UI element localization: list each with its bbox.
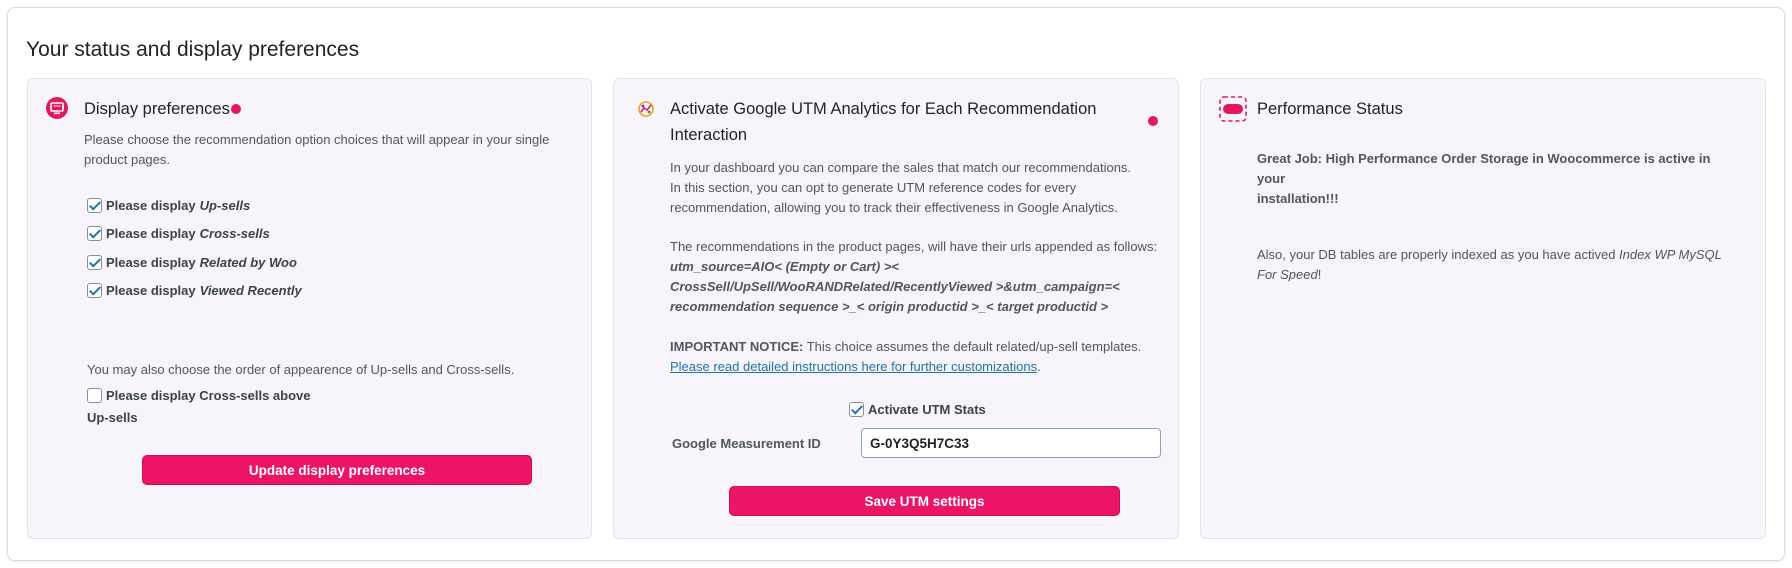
card-title-line2: Interaction [670,126,748,144]
display-monitor-icon [46,97,68,123]
option-up-sells[interactable]: Please display Up-sells [87,198,250,213]
card-title-line1: Activate Google UTM Analytics for Each R… [670,100,1097,118]
save-utm-settings-button[interactable]: Save UTM settings [729,486,1120,516]
measurement-id-label: Google Measurement ID [672,436,821,451]
checkbox[interactable] [87,283,102,298]
status-dot [1148,116,1158,126]
checkbox[interactable] [87,255,102,270]
preferences-panel: Your status and display preferences Disp… [7,7,1785,561]
option-related-by-woo[interactable]: Please display Related by Woo [87,255,297,270]
card-title: Performance Status [1257,100,1403,118]
important-notice: IMPORTANT NOTICE: This choice assumes th… [670,339,1142,374]
page-title: Your status and display preferences [26,38,360,61]
instructions-link[interactable]: Please read detailed instructions here f… [670,359,1037,374]
db-index-status: Also, your DB tables are properly indexe… [1257,247,1722,282]
checkbox[interactable] [87,198,102,213]
utm-intro: In your dashboard you can compare the sa… [670,160,1132,215]
update-display-preferences-button[interactable]: Update display preferences [142,455,532,485]
checkbox[interactable] [87,226,102,241]
option-cross-sells[interactable]: Please display Cross-sells [87,226,270,241]
card-description: Please choose the recommendation option … [84,132,550,167]
checkbox[interactable] [849,402,864,417]
hpos-status: Great Job: High Performance Order Storag… [1257,151,1711,206]
activate-utm-stats-option[interactable]: Activate UTM Stats [849,402,986,417]
performance-status-card: Performance Status Great Job: High Perfo… [1200,78,1766,539]
option-viewed-recently[interactable]: Please display Viewed Recently [87,283,302,298]
toggle-status-icon [1219,96,1247,126]
analytics-chart-icon [638,101,654,121]
measurement-id-input[interactable]: G-0Y3Q5H7C33 [861,428,1161,458]
order-note: You may also choose the order of appeare… [87,362,515,377]
display-preferences-card: Display preferences Please choose the re… [27,78,592,539]
option-cross-sells-above[interactable]: Please display Cross-sells above [87,388,311,403]
status-dot [231,104,241,114]
order-checkbox-label-line2: Up-sells [87,410,138,425]
card-title: Display preferences [84,100,230,118]
utm-url-format: The recommendations in the product pages… [670,239,1158,314]
checkbox[interactable] [87,388,102,403]
utm-analytics-card: Activate Google UTM Analytics for Each R… [613,78,1179,539]
